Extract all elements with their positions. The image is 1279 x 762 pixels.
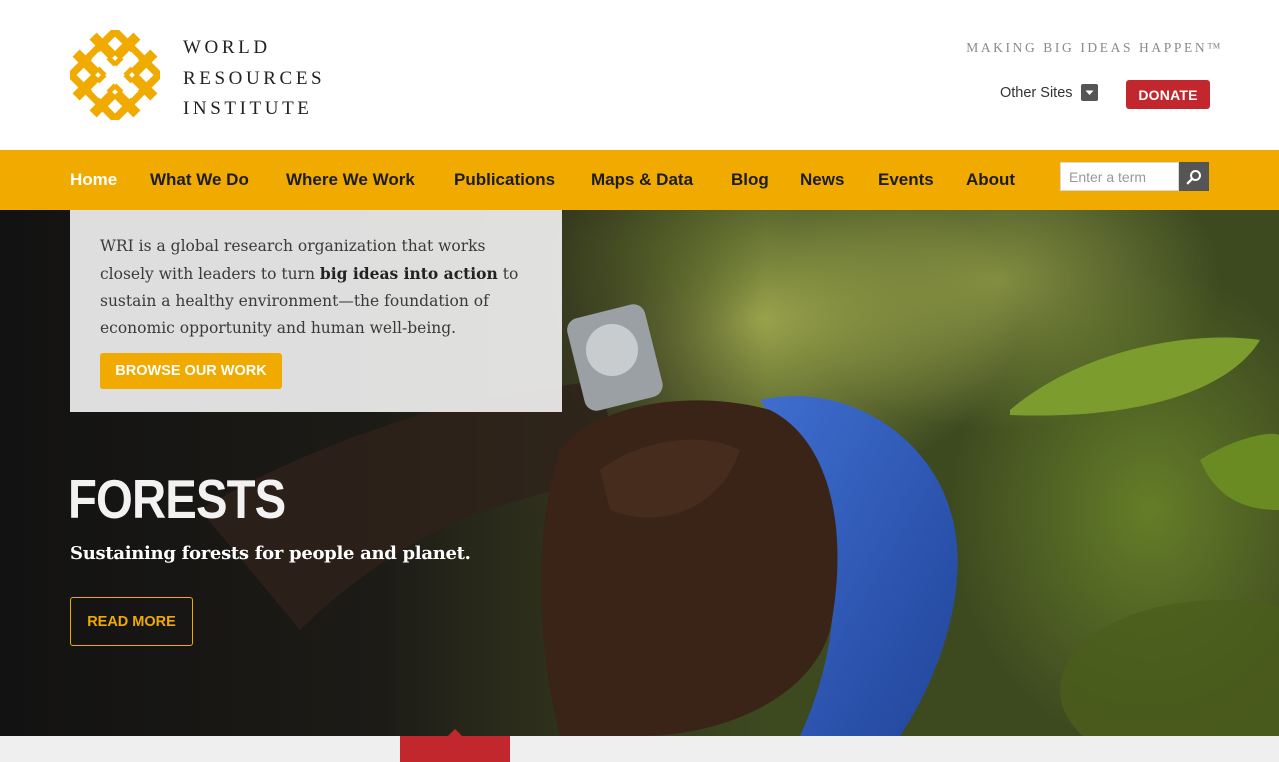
logo-line-3: INSTITUTE (183, 98, 313, 119)
intro-text-emphasis: big ideas into action (319, 264, 498, 283)
logo-line-1: WORLD (183, 37, 271, 58)
nav-item-where-we-work[interactable]: Where We Work (286, 150, 415, 210)
nav-item-blog[interactable]: Blog (731, 150, 769, 210)
donate-button[interactable]: DONATE (1126, 80, 1210, 109)
browse-our-work-button[interactable]: BROWSE OUR WORK (100, 353, 282, 389)
hero-subtitle: Sustaining forests for people and planet… (70, 543, 471, 564)
wri-logo-link[interactable]: WORLD RESOURCES INSTITUTE (70, 30, 340, 122)
nav-item-about[interactable]: About (966, 150, 1015, 210)
other-sites-dropdown[interactable]: Other Sites (1000, 84, 1098, 101)
nav-item-publications[interactable]: Publications (454, 150, 555, 210)
search-button[interactable] (1179, 162, 1209, 191)
nav-item-maps-data[interactable]: Maps & Data (591, 150, 693, 210)
chevron-down-icon (1080, 84, 1098, 101)
hero-title: FORESTS (68, 468, 286, 530)
nav-item-what-we-do[interactable]: What We Do (150, 150, 249, 210)
read-more-button[interactable]: READ MORE (70, 597, 193, 646)
search-icon (1186, 169, 1201, 184)
nav-item-events[interactable]: Events (878, 150, 934, 210)
other-sites-label: Other Sites (1000, 84, 1073, 101)
search-input[interactable] (1060, 162, 1179, 191)
intro-text: WRI is a global research organization th… (100, 233, 532, 342)
carousel-strip (0, 736, 1279, 762)
search-form (1060, 162, 1209, 191)
tagline: MAKING BIG IDEAS HAPPEN™ (966, 40, 1223, 55)
intro-panel: WRI is a global research organization th… (70, 210, 562, 412)
logo-line-2: RESOURCES (183, 67, 326, 89)
carousel-active-tab[interactable] (400, 736, 510, 762)
wri-knot-logo-icon (70, 30, 160, 120)
site-header: WORLD RESOURCES INSTITUTE MAKING BIG IDE… (0, 0, 1279, 150)
nav-item-home[interactable]: Home (70, 150, 117, 210)
nav-item-news[interactable]: News (800, 150, 844, 210)
active-tab-pointer (447, 729, 463, 737)
logo-wordmark: WORLD RESOURCES INSTITUTE (183, 33, 325, 125)
